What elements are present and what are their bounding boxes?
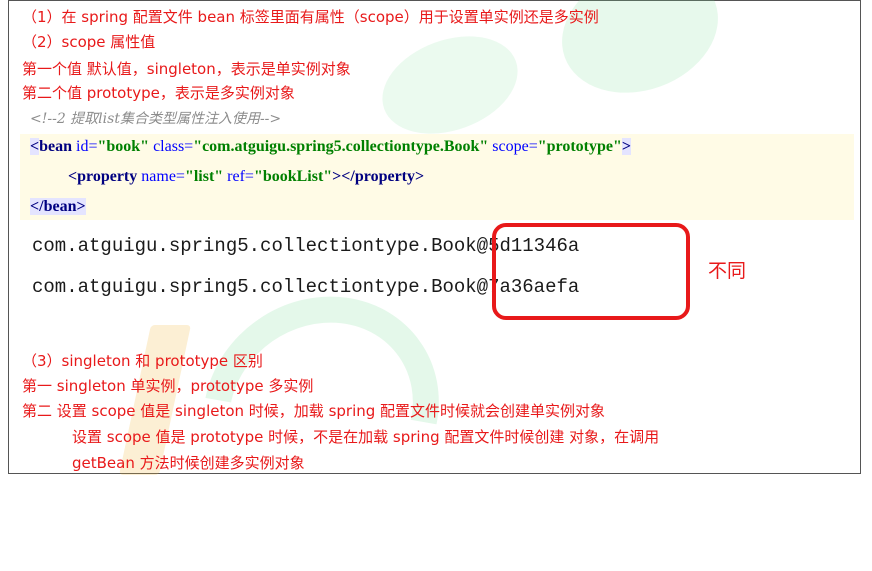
text-first-value: 第一个值 默认值，singleton，表示是单实例对象 (22, 60, 351, 78)
bean-close: </bean> (30, 198, 86, 215)
text-scope-intro: （1）在 spring 配置文件 bean 标签里面有属性（scope）用于设置… (22, 8, 599, 26)
bean-val-class: "com.atguigu.spring5.collectiontype.Book… (193, 138, 489, 155)
code-property-line: <property name="list" ref="bookList"></p… (68, 168, 424, 186)
highlight-box (492, 223, 690, 320)
property-attr-name: name= (137, 168, 185, 185)
bean-attr-class: class= (149, 138, 194, 155)
property-attr-ref: ref= (223, 168, 254, 185)
text-difference-second-cont: 设置 scope 值是 prototype 时候，不是在加载 spring 配置… (72, 428, 660, 446)
property-close: ></property> (332, 168, 425, 185)
bean-tag: bean (39, 138, 73, 155)
text-scope-values-heading: （2）scope 属性值 (22, 33, 156, 51)
code-bean-open-line: <bean id="book" class="com.atguigu.sprin… (30, 138, 632, 156)
text-difference-second-end: getBean 方法时候创建多实例对象 (72, 454, 305, 472)
property-val-ref: "bookList" (253, 168, 333, 185)
annotation-different: 不同 (708, 260, 747, 282)
text-second-value: 第二个值 prototype，表示是多实例对象 (22, 84, 295, 102)
bean-open-gt: > (621, 138, 632, 155)
text-difference-first: 第一 singleton 单实例，prototype 多实例 (22, 377, 314, 395)
bean-attr-scope: scope= (488, 138, 538, 155)
property-open: <property (68, 168, 138, 185)
bean-val-id: "book" (97, 138, 150, 155)
code-comment: <!--2 提取list集合类型属性注入使用--> (30, 111, 282, 127)
bean-val-scope: "prototype" (537, 138, 622, 155)
bean-open-lt: < (30, 138, 40, 155)
text-difference-heading: （3）singleton 和 prototype 区别 (22, 352, 263, 370)
code-bean-close-line: </bean> (30, 198, 86, 216)
text-difference-second: 第二 设置 scope 值是 singleton 时候，加载 spring 配置… (22, 402, 606, 420)
property-val-name: "list" (184, 168, 224, 185)
bean-attr-id: id= (72, 138, 98, 155)
